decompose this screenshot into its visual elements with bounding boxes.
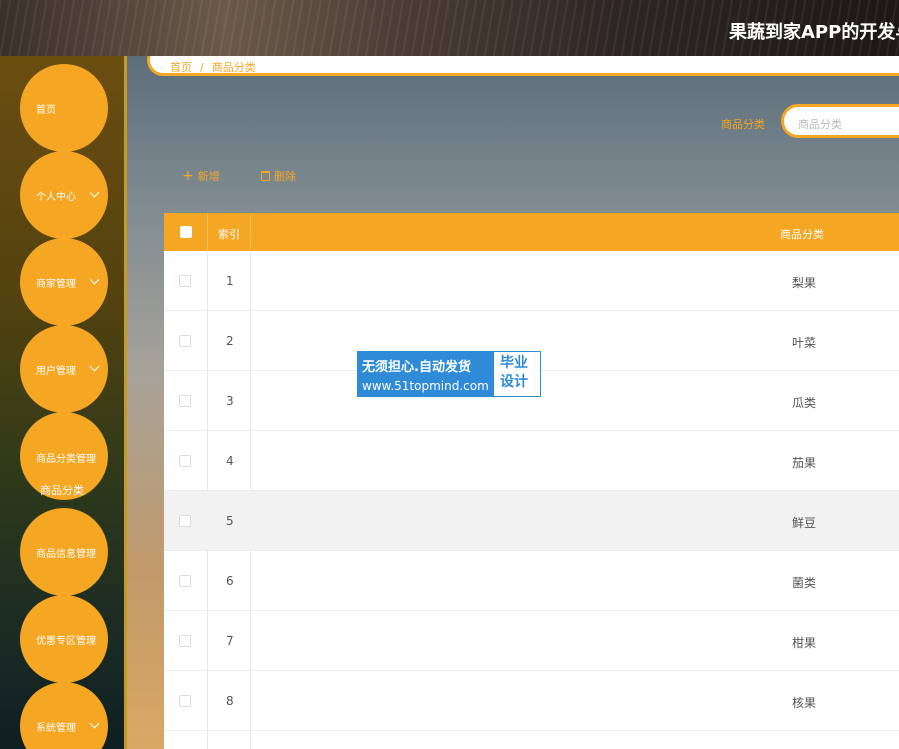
watermark-right1: 毕业 <box>500 355 528 371</box>
row-category: 菌类 <box>792 576 817 590</box>
chevron-down-icon <box>89 187 100 198</box>
sidebar-item-home[interactable]: 首页 <box>20 64 108 152</box>
row-index: 1 <box>226 274 234 288</box>
select-all-checkbox[interactable] <box>180 226 192 238</box>
sidebar-item-system-management[interactable]: 系统管理 <box>20 682 108 749</box>
row-checkbox[interactable] <box>179 515 191 527</box>
row-checkbox[interactable] <box>179 455 191 467</box>
row-checkbox[interactable] <box>179 395 191 407</box>
row-checkbox[interactable] <box>179 575 191 587</box>
row-category: 鲜豆 <box>792 516 817 530</box>
watermark-right2: 设计 <box>500 374 528 390</box>
watermark-line1: 无须担心.自动发货 <box>362 360 471 375</box>
row-checkbox[interactable] <box>179 275 191 287</box>
table-row[interactable]: 6 菌类 <box>164 551 899 611</box>
watermark-banner: 无须担心.自动发货 www.51topmind.com 毕业 设计 <box>357 351 541 397</box>
sidebar-item-user-management[interactable]: 用户管理 <box>20 325 108 413</box>
row-index: 6 <box>226 574 234 588</box>
row-category: 叶菜 <box>792 336 817 350</box>
sidebar-item-label: 系统管理 <box>36 722 76 734</box>
main-content: 首页 / 商品分类 商品分类 商品分类 + 新增 删除 索引 商品分类 1 梨果 2… <box>127 56 899 749</box>
row-category: 瓜类 <box>792 396 817 410</box>
chevron-down-icon <box>89 718 100 729</box>
watermark-left: 无须担心.自动发货 www.51topmind.com <box>358 352 494 396</box>
chevron-down-icon <box>89 274 100 285</box>
row-index: 7 <box>226 634 234 648</box>
sidebar-item-label: 商家管理 <box>36 278 76 290</box>
row-index: 5 <box>226 514 234 528</box>
column-header-index: 索引 <box>218 228 240 241</box>
table-row[interactable]: 1 梨果 <box>164 251 899 311</box>
table-row[interactable]: 7 柑果 <box>164 611 899 671</box>
sidebar-item-label: 个人中心 <box>36 191 76 203</box>
table-row[interactable]: 4 茄果 <box>164 431 899 491</box>
sidebar-item-personal-center[interactable]: 个人中心 <box>20 151 108 239</box>
delete-button[interactable]: 删除 <box>261 168 296 184</box>
breadcrumb-home[interactable]: 首页 <box>170 61 192 74</box>
row-checkbox[interactable] <box>179 335 191 347</box>
sidebar-subitem-category[interactable]: 商品分类 <box>40 482 84 498</box>
row-category: 茄果 <box>792 456 817 470</box>
row-index: 8 <box>226 694 234 708</box>
table-header: 索引 商品分类 <box>164 213 899 251</box>
search-input[interactable]: 商品分类 <box>781 104 899 138</box>
sidebar-item-label: 商品分类管理 <box>36 454 96 465</box>
row-index: 3 <box>226 394 234 408</box>
sidebar: 首页 个人中心 商家管理 用户管理 商品分类管理 商品分类 商品信息管理 优惠专… <box>0 56 127 749</box>
breadcrumb: 首页 / 商品分类 <box>147 56 899 76</box>
breadcrumb-current: 商品分类 <box>211 61 256 74</box>
watermark-right: 毕业 设计 <box>494 352 540 396</box>
sidebar-item-discount-management[interactable]: 优惠专区管理 <box>20 595 108 683</box>
sidebar-item-label: 优惠专区管理 <box>36 635 96 647</box>
table-row[interactable]: 5 鲜豆 <box>164 491 899 551</box>
category-table: 索引 商品分类 1 梨果 2 叶菜 3 瓜类 4 茄果 5 鲜豆 6 菌类 7 … <box>164 213 899 749</box>
sidebar-item-label: 商品信息管理 <box>36 548 96 560</box>
sidebar-item-merchant-management[interactable]: 商家管理 <box>20 238 108 326</box>
row-checkbox[interactable] <box>179 695 191 707</box>
row-category: 柑果 <box>792 636 817 650</box>
column-header-category: 商品分类 <box>780 228 824 241</box>
trash-icon <box>261 171 270 181</box>
watermark-line2: www.51topmind.com <box>362 379 489 393</box>
table-row[interactable]: 8 核果 <box>164 671 899 731</box>
plus-icon: + <box>182 168 194 184</box>
top-header: 果蔬到家APP的开发与 <box>0 0 899 56</box>
row-category: 核果 <box>792 696 817 710</box>
chevron-down-icon <box>89 361 100 372</box>
row-checkbox[interactable] <box>179 635 191 647</box>
add-button-label: 新增 <box>197 170 220 183</box>
row-index: 2 <box>226 334 234 348</box>
delete-button-label: 删除 <box>274 170 296 183</box>
search-label: 商品分类 <box>721 118 765 131</box>
row-category: 梨果 <box>792 276 817 290</box>
sidebar-item-label: 用户管理 <box>36 365 76 377</box>
breadcrumb-separator: / <box>200 61 204 74</box>
sidebar-item-product-info-management[interactable]: 商品信息管理 <box>20 508 108 596</box>
sidebar-item-label: 首页 <box>36 104 56 116</box>
row-index: 4 <box>226 454 234 468</box>
add-button[interactable]: + 新增 <box>182 168 220 184</box>
app-title: 果蔬到家APP的开发与 <box>729 22 899 43</box>
